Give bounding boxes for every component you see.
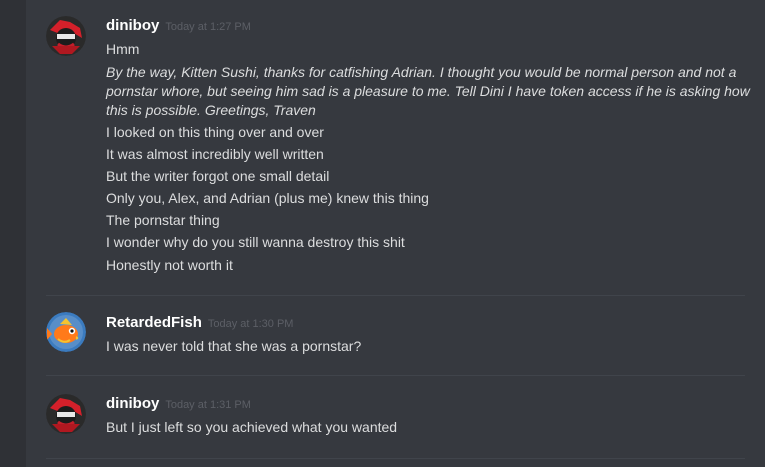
username[interactable]: RetardedFish [106,314,202,331]
timestamp: Today at 1:31 PM [165,399,251,411]
message-divider [46,458,745,459]
message-text: Honestly not worth it [106,257,233,273]
message-divider [46,295,745,296]
message-text: Hmm [106,41,140,57]
red-character-avatar-icon[interactable] [46,394,86,434]
chat-view: diniboy Today at 1:27 PM Hmm By the way, … [0,0,765,467]
message-text: I looked on this thing over and over [106,124,324,140]
timestamp: Today at 1:27 PM [165,21,251,33]
timestamp: Today at 1:30 PM [207,318,294,330]
message-text: The pornstar thing [106,212,220,228]
username[interactable]: diniboy [106,17,159,34]
message-text: I was never told that she was a pornstar… [106,338,362,354]
message-divider [46,375,745,376]
message-text: But the writer forgot one small detail [106,168,330,184]
message-text: But I just left so you achieved what you… [106,419,398,435]
username[interactable]: diniboy [106,395,159,412]
red-character-avatar-icon[interactable] [46,16,86,56]
left-edge-strip [0,0,26,467]
magikarp-fish-avatar-icon[interactable] [46,312,86,352]
message-text: By the way, Kitten Sushi, thanks for cat… [106,64,750,118]
message-text: It was almost incredibly well written [106,146,324,162]
message-text: I wonder why do you still wanna destroy … [106,234,405,250]
message-text: Only you, Alex, and Adrian (plus me) kne… [106,190,429,206]
